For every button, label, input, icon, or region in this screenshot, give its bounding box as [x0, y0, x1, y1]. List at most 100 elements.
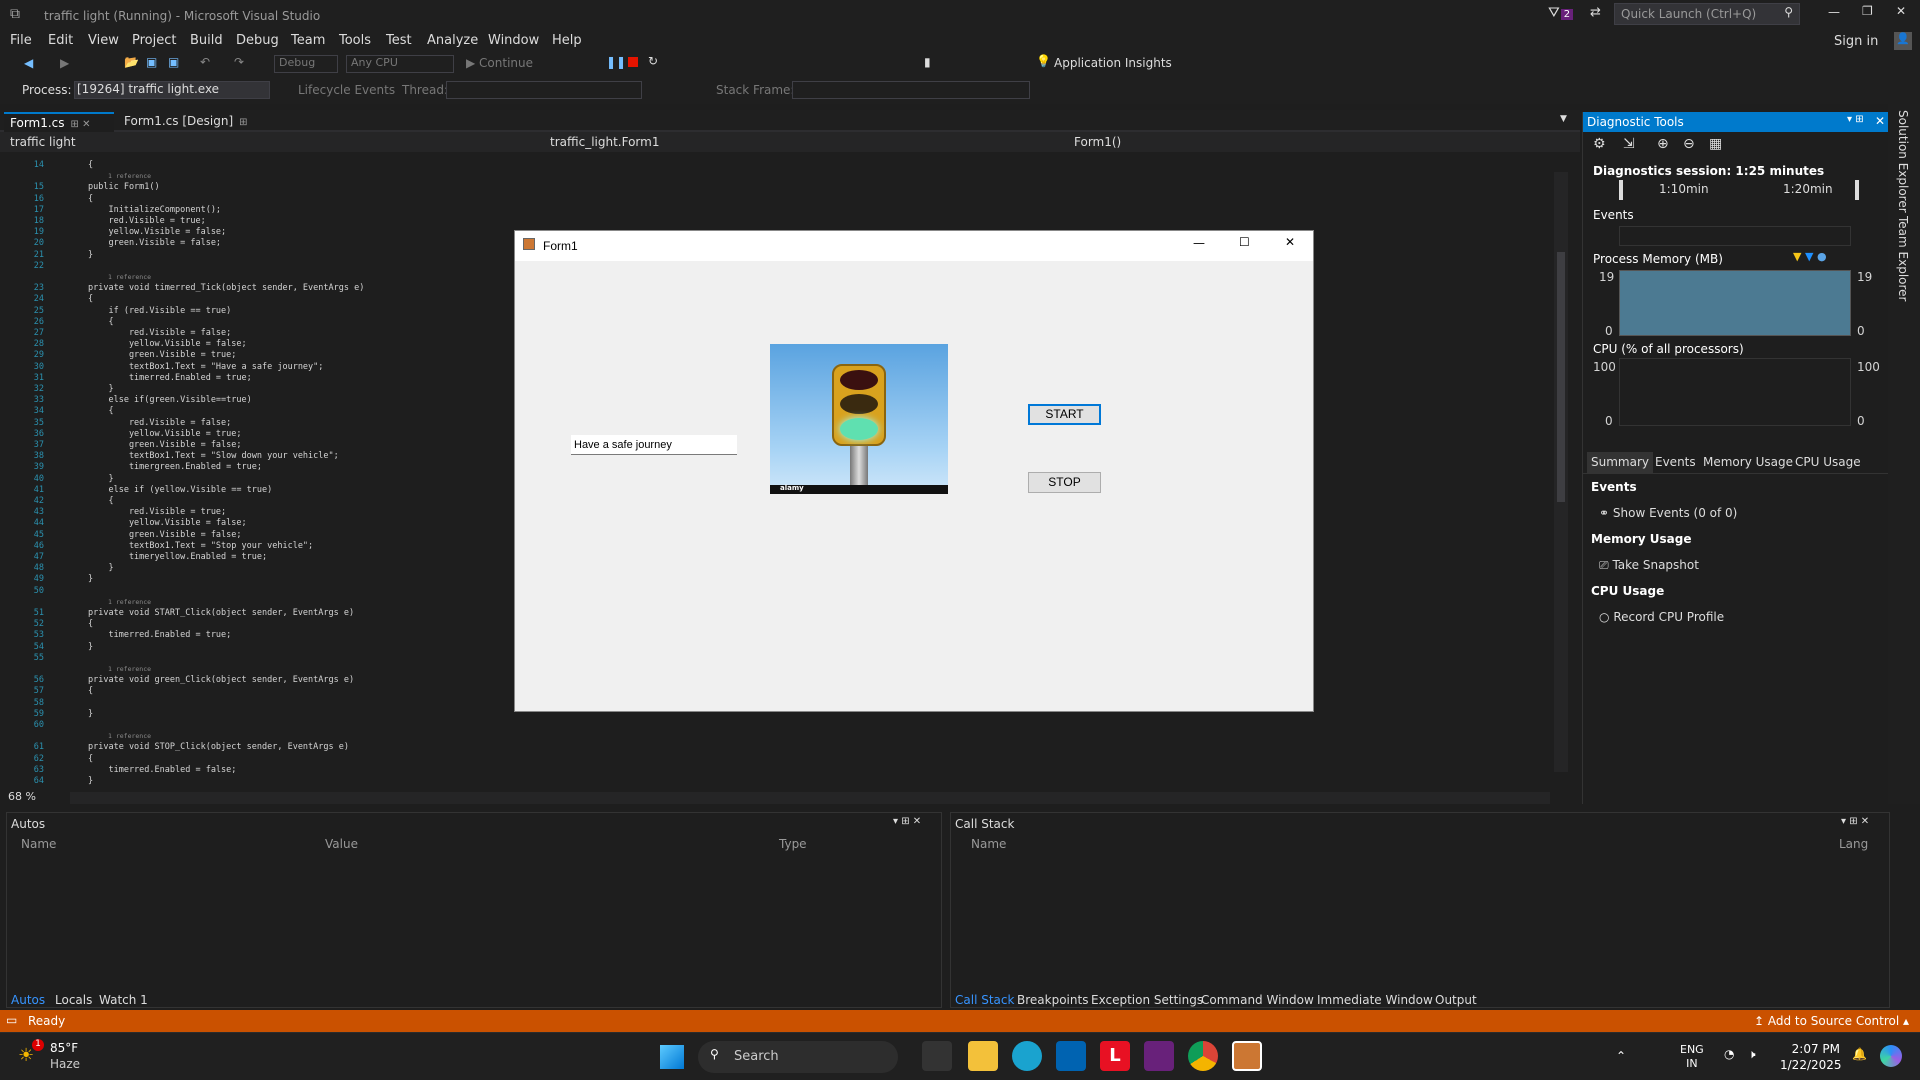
- tray-chevron-icon[interactable]: ⌃: [1616, 1049, 1626, 1063]
- code-reference-hint[interactable]: 1 reference: [108, 664, 151, 675]
- stop-icon[interactable]: [628, 57, 638, 67]
- col-lang[interactable]: Lang: [1839, 837, 1868, 851]
- scrollbar-thumb[interactable]: [1557, 252, 1565, 502]
- code-reference-hint[interactable]: 1 reference: [108, 171, 151, 182]
- feedback-icon[interactable]: ⇄: [1590, 5, 1601, 20]
- tab-cpu-usage[interactable]: CPU Usage: [1795, 455, 1861, 469]
- save-all-icon[interactable]: ▣: [168, 55, 179, 69]
- tab-summary[interactable]: Summary: [1587, 452, 1653, 474]
- menu-window[interactable]: Window: [488, 33, 539, 48]
- member-dropdown[interactable]: Form1(): [1074, 135, 1568, 149]
- class-dropdown[interactable]: traffic_light.Form1: [550, 135, 1044, 149]
- tab-locals[interactable]: Locals: [55, 993, 92, 1007]
- code-reference-hint[interactable]: 1 reference: [108, 731, 151, 742]
- back-icon[interactable]: ◀: [24, 56, 33, 70]
- memory-track-label[interactable]: Process Memory (MB): [1593, 252, 1723, 266]
- callstack-controls-icon[interactable]: ▾ ⊞ ✕: [1841, 816, 1869, 827]
- undo-icon[interactable]: ↶: [200, 55, 210, 69]
- take-snapshot-button[interactable]: ⎚ Take Snapshot: [1599, 558, 1699, 573]
- zoom-level[interactable]: 68 %: [8, 790, 36, 803]
- form-maximize-button[interactable]: ☐: [1239, 235, 1250, 249]
- continue-button[interactable]: ▶ Continue: [466, 56, 533, 70]
- stop-button[interactable]: STOP: [1028, 472, 1101, 493]
- volume-icon[interactable]: 🕨: [1748, 1047, 1756, 1062]
- events-track-label[interactable]: Events: [1593, 208, 1634, 222]
- project-dropdown[interactable]: traffic light: [10, 135, 524, 149]
- edge-icon[interactable]: [1012, 1041, 1042, 1071]
- col-name[interactable]: Name: [21, 837, 56, 851]
- notification-bell-icon[interactable]: 🔔: [1852, 1047, 1867, 1061]
- show-events-link[interactable]: ⚭ Show Events (0 of 0): [1599, 506, 1737, 520]
- zoom-out-icon[interactable]: ⊖: [1683, 136, 1695, 152]
- stack-frame-dropdown[interactable]: [792, 81, 1030, 99]
- lifecycle-events-button[interactable]: Lifecycle Events: [298, 83, 395, 97]
- col-value[interactable]: Value: [325, 837, 358, 851]
- menu-view[interactable]: View: [88, 33, 119, 48]
- copilot-icon[interactable]: [1880, 1045, 1902, 1067]
- store-icon[interactable]: [1056, 1041, 1086, 1071]
- tab-immediate-window[interactable]: Immediate Window: [1317, 993, 1433, 1007]
- source-control-button[interactable]: ↥ Add to Source Control ▴: [1754, 1014, 1909, 1028]
- tab-autos[interactable]: Autos: [11, 993, 45, 1007]
- form-minimize-button[interactable]: —: [1193, 236, 1205, 250]
- textbox1[interactable]: Have a safe journey: [571, 435, 737, 455]
- tab-events[interactable]: Events: [1655, 455, 1696, 469]
- open-file-icon[interactable]: 📂: [124, 55, 139, 69]
- horizontal-scrollbar[interactable]: [70, 792, 1550, 804]
- timeline-ruler[interactable]: 1:10min 1:20min: [1619, 180, 1859, 200]
- file-explorer-icon[interactable]: [968, 1041, 998, 1071]
- diag-pin-icon[interactable]: ▾ ⊞: [1847, 114, 1864, 125]
- save-icon[interactable]: ▣: [146, 55, 157, 69]
- pin-icon[interactable]: ⊞ ✕: [71, 119, 91, 130]
- tab-output[interactable]: Output: [1435, 993, 1477, 1007]
- pin-icon[interactable]: ⊞: [239, 117, 247, 128]
- menu-tools[interactable]: Tools: [339, 33, 371, 48]
- notification-flag-icon[interactable]: ⛛ 2: [1548, 5, 1574, 21]
- col-type[interactable]: Type: [779, 837, 807, 851]
- account-icon[interactable]: 👤: [1894, 32, 1912, 50]
- tab-command-window[interactable]: Command Window: [1201, 993, 1314, 1007]
- taskbar-search[interactable]: ⚲ Search: [698, 1041, 898, 1073]
- menu-project[interactable]: Project: [132, 33, 176, 48]
- start-icon[interactable]: [660, 1045, 684, 1069]
- settings-icon[interactable]: ⚙: [1593, 136, 1606, 152]
- tab-exception-settings[interactable]: Exception Settings: [1091, 993, 1203, 1007]
- tab-memory-usage[interactable]: Memory Usage: [1703, 455, 1793, 469]
- sign-in-link[interactable]: Sign in: [1834, 34, 1878, 49]
- menu-analyze[interactable]: Analyze: [427, 33, 478, 48]
- zoom-in-icon[interactable]: ⊕: [1657, 136, 1669, 152]
- code-reference-hint[interactable]: 1 reference: [108, 597, 151, 608]
- thread-dropdown[interactable]: [446, 81, 642, 99]
- tab-call-stack[interactable]: Call Stack: [955, 993, 1014, 1007]
- solution-explorer-tab[interactable]: Solution Explorer: [1896, 110, 1910, 213]
- forward-icon[interactable]: ▶: [60, 56, 69, 70]
- pause-icon[interactable]: ❚❚: [606, 55, 626, 69]
- app-l-icon[interactable]: L: [1100, 1041, 1130, 1071]
- process-dropdown[interactable]: [19264] traffic light.exe: [74, 81, 270, 99]
- team-explorer-tab[interactable]: Team Explorer: [1896, 216, 1910, 302]
- close-button[interactable]: ✕: [1896, 4, 1906, 18]
- language-indicator[interactable]: ENG IN: [1680, 1043, 1704, 1071]
- menu-build[interactable]: Build: [190, 33, 223, 48]
- form-app-icon[interactable]: [1232, 1041, 1262, 1071]
- minimize-button[interactable]: —: [1828, 5, 1840, 19]
- code-reference-hint[interactable]: 1 reference: [108, 272, 151, 283]
- record-cpu-button[interactable]: ○ Record CPU Profile: [1599, 610, 1724, 624]
- menu-edit[interactable]: Edit: [48, 33, 73, 48]
- menu-debug[interactable]: Debug: [236, 33, 279, 48]
- tab-form1-design[interactable]: Form1.cs [Design] ⊞: [118, 114, 254, 128]
- reset-view-icon[interactable]: ▦: [1709, 136, 1722, 152]
- weather-widget[interactable]: ☀ 1 85°F Haze: [18, 1039, 118, 1075]
- restore-button[interactable]: ❐: [1862, 4, 1873, 18]
- cpu-track-label[interactable]: CPU (% of all processors): [1593, 342, 1744, 356]
- export-icon[interactable]: ⇲: [1623, 136, 1635, 152]
- restart-icon[interactable]: ↻: [648, 54, 658, 68]
- tab-watch1[interactable]: Watch 1: [99, 993, 148, 1007]
- tab-form1-cs[interactable]: Form1.cs ⊞ ✕: [4, 112, 114, 132]
- menu-file[interactable]: File: [10, 33, 32, 48]
- platform-dropdown[interactable]: Any CPU: [346, 55, 454, 73]
- form-close-button[interactable]: ✕: [1285, 235, 1295, 249]
- clock[interactable]: 2:07 PM 1/22/2025: [1780, 1041, 1842, 1073]
- visual-studio-icon[interactable]: [1144, 1041, 1174, 1071]
- menu-team[interactable]: Team: [291, 33, 325, 48]
